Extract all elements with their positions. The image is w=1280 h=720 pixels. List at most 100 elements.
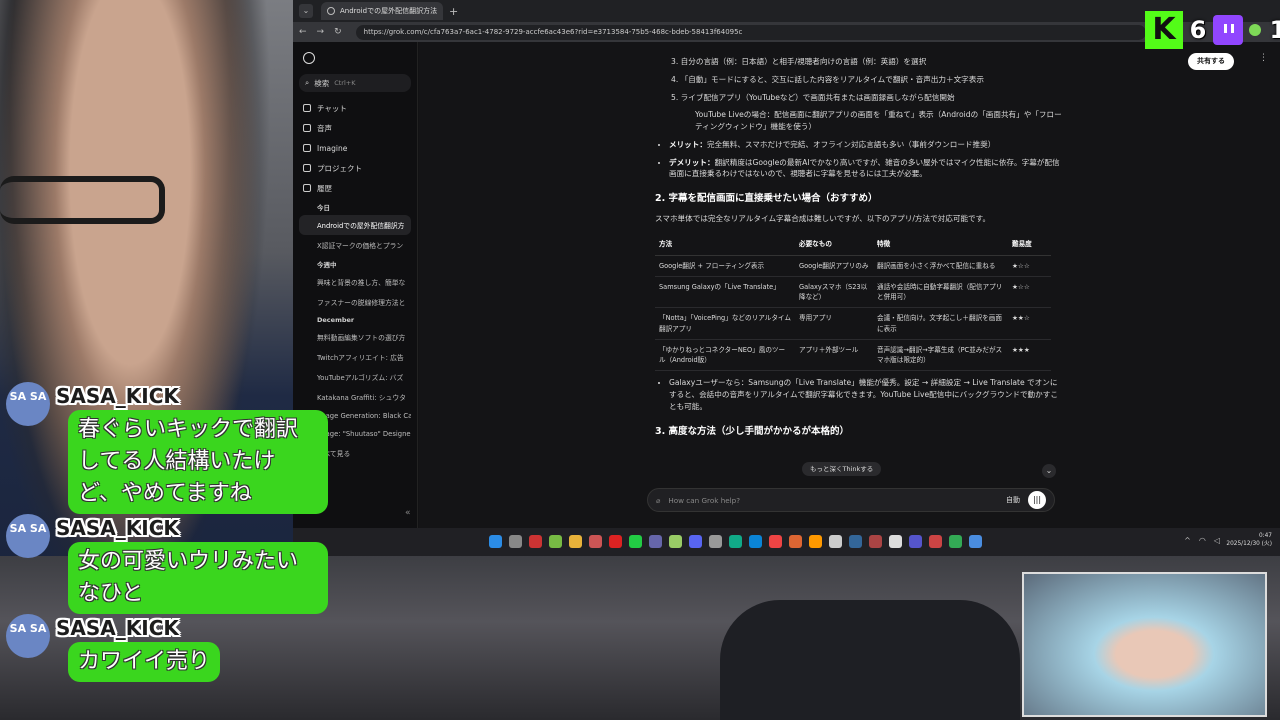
app-icon[interactable] bbox=[869, 535, 882, 548]
glasses-shape bbox=[0, 176, 165, 224]
close-tab-icon[interactable]: × bbox=[442, 7, 443, 16]
app-icon[interactable] bbox=[829, 535, 842, 548]
nav-voice-label: 音声 bbox=[317, 123, 332, 133]
history-item[interactable]: ファスナーの脱線修理方法と bbox=[299, 292, 411, 312]
grok-favicon-icon bbox=[327, 7, 335, 15]
section-today: 今日 bbox=[317, 204, 330, 212]
app-icon[interactable] bbox=[809, 535, 822, 548]
table-cell: 翻訳画面を小さく浮かべて配信に重ねる bbox=[873, 255, 1008, 278]
grok-logo-icon[interactable] bbox=[303, 52, 315, 64]
nav-projects-label: プロジェクト bbox=[317, 163, 362, 173]
app-icon[interactable] bbox=[929, 535, 942, 548]
volume-icon[interactable]: ◁ bbox=[1214, 536, 1220, 545]
reload-icon[interactable]: ↻ bbox=[334, 27, 342, 37]
table-cell: Google翻訳アプリのみ bbox=[795, 255, 873, 278]
tray-expand-icon[interactable]: ^ bbox=[1184, 536, 1191, 545]
voice-icon bbox=[303, 124, 311, 132]
task-view-icon[interactable] bbox=[509, 535, 522, 548]
chrome-icon[interactable] bbox=[769, 535, 782, 548]
app-icon[interactable] bbox=[709, 535, 722, 548]
app-icon[interactable] bbox=[849, 535, 862, 548]
app-icon[interactable] bbox=[889, 535, 902, 548]
chat-username: SASA_KICK bbox=[56, 616, 179, 640]
app-icon[interactable] bbox=[649, 535, 662, 548]
history-item[interactable]: Twitchアフィリエイト: 広告 bbox=[299, 347, 411, 367]
back-icon[interactable]: ← bbox=[299, 27, 307, 37]
record-icon[interactable] bbox=[609, 535, 622, 548]
app-icon[interactable] bbox=[669, 535, 682, 548]
table-row: 「Notta」「VoicePing」などのリアルタイム翻訳アプリ 専用アプリ 会… bbox=[655, 307, 1051, 340]
url-field[interactable]: https://grok.com/c/cfa763a7-6ac1-4782-97… bbox=[355, 24, 1146, 40]
twitch-logo-icon bbox=[1213, 15, 1243, 45]
pros-cons-list: メリット：完全無料、スマホだけで完結、オフライン対応言語も多い（事前ダウンロード… bbox=[669, 139, 1065, 180]
galaxy-note: Galaxyユーザーなら：Samsungの「Live Translate」機能が… bbox=[669, 377, 1065, 412]
status-dot-icon bbox=[1249, 24, 1261, 36]
table-row: 「ゆかりねっとコネクターNEO」風のツール（Android版） アプリ＋外部ツー… bbox=[655, 339, 1051, 372]
voice-mode-icon[interactable]: ||| bbox=[1028, 491, 1046, 509]
step-item: 3. 自分の言語（例：日本語）と相手/視聴者向けの言語（例：英語）を選択 bbox=[671, 57, 927, 66]
table-cell: Galaxyスマホ（S23以降など） bbox=[795, 276, 873, 309]
nav-imagine-label: Imagine bbox=[317, 143, 348, 153]
table-row: Google翻訳 + フローティング表示 Google翻訳アプリのみ 翻訳画面を… bbox=[655, 255, 1051, 278]
app-icon[interactable] bbox=[789, 535, 802, 548]
app-icon[interactable] bbox=[909, 535, 922, 548]
table-cell: アプリ＋外部ツール bbox=[795, 339, 873, 372]
app-icon[interactable] bbox=[969, 535, 982, 548]
scroll-down-icon[interactable]: ⌄ bbox=[1042, 464, 1056, 478]
history-item[interactable]: X認証マークの価格とプラン bbox=[299, 235, 411, 255]
forward-icon[interactable]: → bbox=[317, 27, 325, 37]
tab-title: Androidでの屋外配信翻訳方法 bbox=[340, 7, 438, 15]
line-icon[interactable] bbox=[629, 535, 642, 548]
edge-icon[interactable] bbox=[749, 535, 762, 548]
section-december: December bbox=[317, 316, 355, 324]
demerit-text: 翻訳精度はGoogleの最新AIでかなり高いですが、雑音の多い屋外ではマイク性能… bbox=[669, 157, 1060, 179]
galaxy-note-list: Galaxyユーザーなら：Samsungの「Live Translate」機能が… bbox=[669, 377, 1065, 412]
search-input[interactable]: ⌕ 検索 Ctrl+K bbox=[299, 74, 411, 92]
response-document: 3. 自分の言語（例：日本語）と相手/視聴者向けの言語（例：英語）を選択 4. … bbox=[655, 50, 1065, 445]
attach-icon[interactable]: ⌀ bbox=[656, 496, 660, 505]
start-icon[interactable] bbox=[489, 535, 502, 548]
explorer-icon[interactable] bbox=[569, 535, 582, 548]
chat-username: SASA_KICK bbox=[56, 516, 179, 540]
chat-username: SASA_KICK bbox=[56, 384, 179, 408]
collapse-sidebar-icon[interactable]: « bbox=[405, 508, 411, 518]
chat-bubble: 女の可愛いウリみたいなひと bbox=[68, 542, 328, 614]
step-item: 4. 「自動」モードにすると、交互に話した内容をリアルタイムで翻訳・音声出力＋文… bbox=[671, 74, 984, 84]
app-icon[interactable] bbox=[529, 535, 542, 548]
tab-list-icon[interactable]: ⌄ bbox=[299, 4, 313, 18]
table-cell: ★★☆ bbox=[1008, 307, 1051, 340]
nav-history[interactable]: 履歴 bbox=[299, 178, 411, 198]
history-item[interactable]: 無料動画編集ソフトの選び方 bbox=[299, 327, 411, 347]
table-row: Samsung Galaxyの「Live Translate」 Galaxyスマ… bbox=[655, 276, 1051, 309]
app-icon[interactable] bbox=[589, 535, 602, 548]
chat-message: SA SA SASA_KICK カワイイ売り bbox=[6, 614, 336, 684]
nav-imagine[interactable]: Imagine bbox=[299, 138, 411, 158]
chat-icon bbox=[303, 104, 311, 112]
discord-icon[interactable] bbox=[689, 535, 702, 548]
wifi-icon[interactable]: ◠ bbox=[1199, 536, 1206, 545]
nav-projects[interactable]: プロジェクト bbox=[299, 158, 411, 178]
more-options-icon[interactable]: ⋮ bbox=[1259, 53, 1268, 63]
xbox-icon[interactable] bbox=[729, 535, 742, 548]
prompt-placeholder[interactable]: How can Grok help? bbox=[668, 496, 740, 505]
active-tab[interactable]: Androidでの屋外配信翻訳方法 × bbox=[321, 2, 443, 20]
table-header: 特徴 bbox=[873, 232, 1008, 256]
mode-selector[interactable]: 自動 bbox=[1006, 495, 1020, 505]
new-tab-icon[interactable]: + bbox=[449, 5, 458, 18]
prompt-input[interactable]: ⌀ How can Grok help? 自動 ||| bbox=[647, 488, 1055, 512]
search-shortcut: Ctrl+K bbox=[334, 79, 356, 87]
nav-voice[interactable]: 音声 bbox=[299, 118, 411, 138]
think-deeper-chip[interactable]: もっと深くThinkする bbox=[802, 462, 882, 476]
taskbar-apps bbox=[489, 535, 982, 548]
table-cell: ★☆☆ bbox=[1008, 255, 1051, 278]
clock[interactable]: 0:47 2025/12/30 (火) bbox=[1226, 533, 1272, 548]
search-label: 検索 bbox=[314, 78, 330, 88]
nav-chat[interactable]: チャット bbox=[299, 98, 411, 118]
app-icon[interactable] bbox=[949, 535, 962, 548]
share-button[interactable]: 共有する bbox=[1188, 53, 1234, 70]
history-item[interactable]: 興味と背景の推し方、簡単な bbox=[299, 272, 411, 292]
avatar: SA SA bbox=[6, 514, 50, 558]
tab-bar: ⌄ Androidでの屋外配信翻訳方法 × + bbox=[293, 0, 1280, 22]
app-icon[interactable] bbox=[549, 535, 562, 548]
history-item[interactable]: Androidでの屋外配信翻訳方 bbox=[299, 215, 411, 235]
